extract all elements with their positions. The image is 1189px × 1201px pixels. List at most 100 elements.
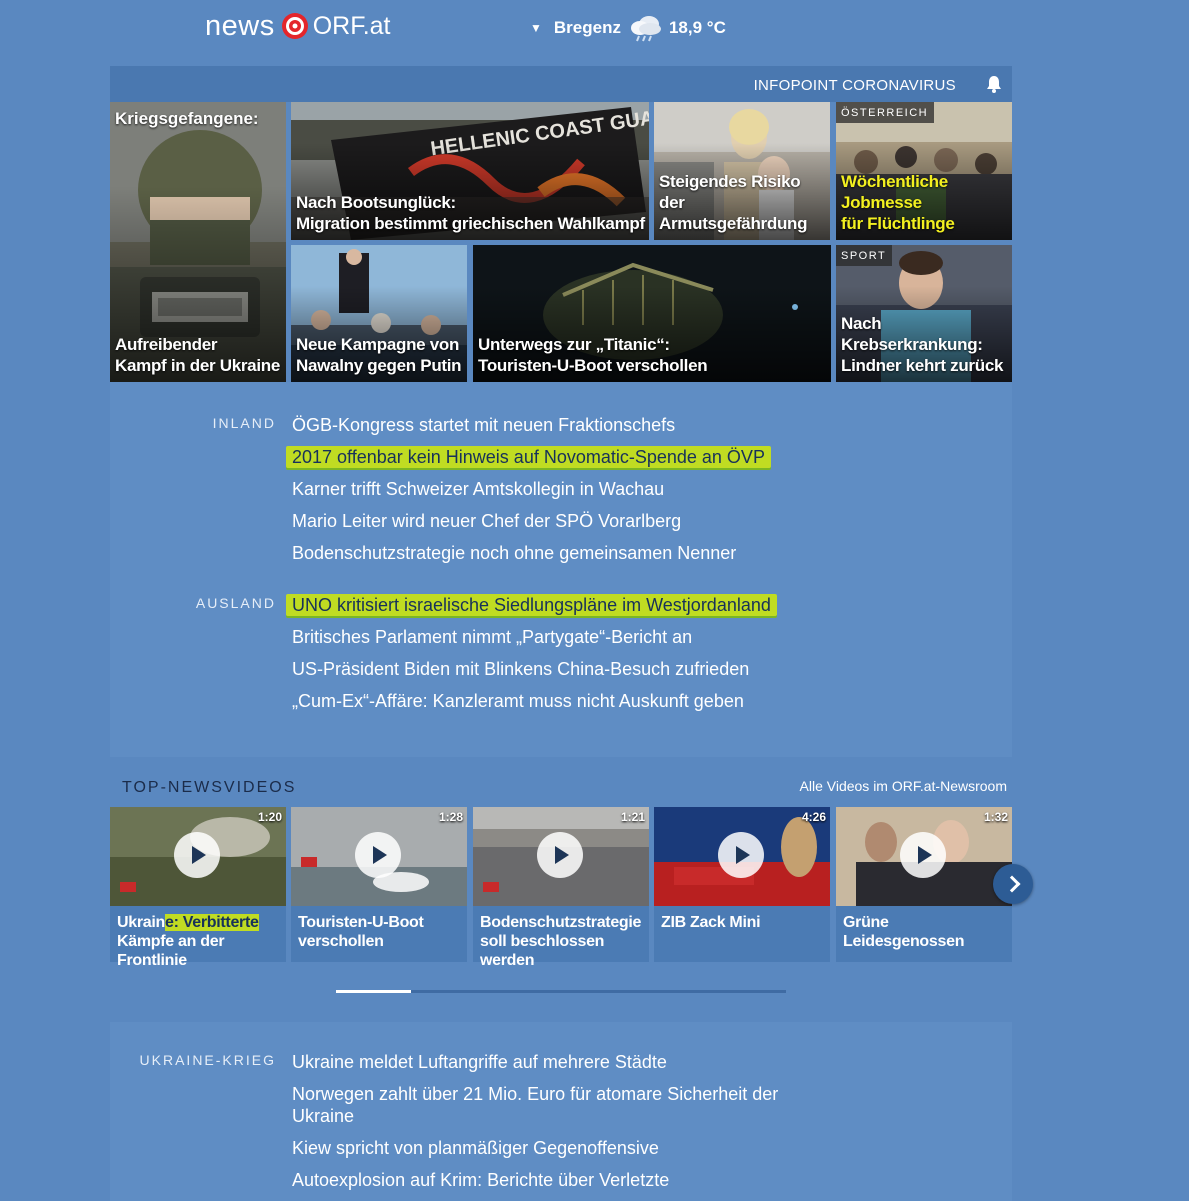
video-caption: Bodenschutzstrategie soll beschlossen we… [480,913,645,970]
top-newsvideos-heading: TOP-NEWSVIDEOS [122,779,297,796]
video-caption: ZIB Zack Mini [661,913,826,932]
video-card-ukraine[interactable]: 1:20 Ukraine: Verbitterte Kämpfe an der … [110,807,286,969]
chevron-down-icon: ▼ [530,21,542,35]
tile-caption-line-2: Touristen-U-Boot verschollen [478,356,708,375]
tile-caption: Unterwegs zur „Titanic“: Touristen-U-Boo… [478,334,827,376]
category-label-inland[interactable]: INLAND [213,415,276,431]
tile-caption: Nach Krebserkrankung: Lindner kehrt zurü… [841,313,1008,376]
video-card-bodenschutz[interactable]: 1:21 Bodenschutzstrategie soll beschloss… [473,807,649,969]
ukraine-news-list: Ukraine meldet Luftangriffe auf mehrere … [292,1046,792,1196]
news-item[interactable]: US-Präsident Biden mit Blinkens China-Be… [292,653,792,685]
category-kicker: SPORT [836,245,893,266]
category-label-ukraine[interactable]: UKRAINE-KRIEG [140,1052,276,1068]
tile-caption-line-1: Unterwegs zur „Titanic“: [478,335,670,354]
logo-orf-text: ORF.at [312,11,391,40]
news-item[interactable]: Autoexplosion auf Krim: Berichte über Ve… [292,1164,792,1196]
top-bar: INFOPOINT CORONAVIRUS [110,66,1012,102]
video-caption-text: Kämpfe an der Frontlinie [117,933,225,969]
ausland-news-list: UNO kritisiert israelische Siedlungsplän… [286,589,792,717]
video-card-u-boot[interactable]: 1:28 Touristen-U-Boot verschollen [291,807,467,962]
news-item[interactable]: Mario Leiter wird neuer Chef der SPÖ Vor… [292,505,792,537]
video-caption-text: Grüne Leidesgenossen [843,914,965,950]
play-icon[interactable] [537,832,583,878]
carousel-next-button[interactable] [993,864,1033,904]
news-item[interactable]: Karner trifft Schweizer Amtskollegin in … [292,473,792,505]
video-caption-text: Touristen-U-Boot [298,914,424,931]
news-item-highlighted[interactable]: 2017 offenbar kein Hinweis auf Novomatic… [286,441,792,473]
video-duration: 1:32 [983,810,1008,824]
video-caption: Ukraine: Verbitterte Kämpfe an der Front… [117,913,282,970]
story-tile-kriegsgefangene[interactable]: Kriegsgefangene: Aufreibender Kampf in d… [110,102,286,382]
video-carousel: 1:20 Ukraine: Verbitterte Kämpfe an der … [110,807,1012,969]
weather-location: Bregenz [553,18,621,37]
news-item[interactable]: Kiew spricht von planmäßiger Gegenoffens… [292,1132,792,1164]
tile-caption: Wöchentliche Jobmesse für Flüchtlinge [841,171,1008,234]
video-card-gruene[interactable]: 1:32 Grüne Leidesgenossen [836,807,1012,962]
tile-caption: Nach Bootsunglück: Migration bestimmt gr… [296,192,645,234]
video-caption: Grüne Leidesgenossen [843,913,1008,951]
play-icon[interactable] [355,832,401,878]
orf-eye-icon [281,13,308,39]
story-tile-bootsunglueck[interactable]: HELLENIC COAST GUARD-FRONTEX Nach Bootsu… [291,102,649,240]
video-caption: Touristen-U-Boot verschollen [298,913,463,951]
play-icon[interactable] [718,832,764,878]
news-item[interactable]: „Cum-Ex“-Affäre: Kanzleramt muss nicht A… [292,685,792,717]
tile-caption: Aufreibender Kampf in der Ukraine [115,334,282,376]
tile-caption-line-1: Nach Bootsunglück: [296,193,456,212]
tile-caption-line-2: Kampf in der Ukraine [115,356,280,375]
weather-temperature: 18,9 °C [668,18,726,37]
news-item[interactable]: ÖGB-Kongress startet mit neuen Fraktions… [292,409,792,441]
tile-caption-line-2: Nawalny gegen Putin [296,356,462,375]
video-caption-text: Ukrain [117,914,165,931]
carousel-scroll-thumb[interactable] [336,990,411,993]
rain-cloud-icon [630,16,661,42]
video-caption-text: ZIB Zack Mini [661,914,761,931]
play-icon[interactable] [900,832,946,878]
tile-caption: Neue Kampagne von Nawalny gegen Putin [296,334,463,376]
tile-caption-line-1: Wöchentliche Jobmesse [841,172,948,212]
bell-icon[interactable] [986,75,1002,93]
category-label-ausland[interactable]: AUSLAND [196,595,276,611]
story-tile-armutsgefaehrdung[interactable]: Steigendes Risiko der Armutsgefährdung [654,102,830,240]
infopoint-corona-link[interactable]: INFOPOINT CORONAVIRUS [754,77,956,94]
video-card-zib-zack[interactable]: 4:26 ZIB Zack Mini [654,807,830,962]
site-header: news ORF.at ▼ Bregenz 18,9 °C [0,0,1189,60]
story-tile-lindner[interactable]: SPORT Nach Krebserkrankung: Lindner kehr… [836,245,1012,382]
tile-top-caption: Kriegsgefangene: [115,109,259,128]
weather-widget[interactable]: ▼ Bregenz 18,9 °C [530,13,726,43]
category-kicker: ÖSTERREICH [836,102,935,123]
tile-caption-line-1: Neue Kampagne von [296,335,460,354]
tile-caption-line-2: der Armutsgefährdung [659,193,808,233]
highlighted-text: e: Verbitterte [165,914,259,931]
highlighted-text: 2017 offenbar kein Hinweis auf Novomatic… [286,446,771,468]
video-caption-text: verschollen [298,933,384,950]
top-stories-grid: Kriegsgefangene: Aufreibender Kampf in d… [110,102,1012,382]
tile-caption-line-2: Lindner kehrt zurück [841,356,1004,375]
tile-caption-line-1: Nach Krebserkrankung: [841,314,983,354]
tile-caption-line-2: Migration bestimmt griechischen Wahlkamp… [296,214,645,233]
video-duration: 1:20 [257,810,282,824]
video-caption-text: Bodenschutzstrategie [480,914,642,931]
all-videos-link[interactable]: Alle Videos im ORF.at-Newsroom [800,778,1007,794]
highlighted-text: UNO kritisiert israelische Siedlungsplän… [286,594,777,616]
news-item[interactable]: Bodenschutzstrategie noch ohne gemeinsam… [292,537,792,569]
news-item-highlighted[interactable]: UNO kritisiert israelische Siedlungsplän… [286,589,792,621]
story-tile-jobmesse[interactable]: ÖSTERREICH Wöchentliche Jobmesse für Flü… [836,102,1012,240]
tile-caption: Steigendes Risiko der Armutsgefährdung [659,171,826,234]
tile-caption-line-1: Aufreibender [115,335,218,354]
inland-news-list: ÖGB-Kongress startet mit neuen Fraktions… [286,409,792,569]
video-duration: 1:28 [438,810,463,824]
news-item[interactable]: Ukraine meldet Luftangriffe auf mehrere … [292,1046,792,1078]
story-tile-titanic[interactable]: Unterwegs zur „Titanic“: Touristen-U-Boo… [473,245,831,382]
story-tile-nawalny[interactable]: Neue Kampagne von Nawalny gegen Putin [291,245,467,382]
tile-caption-line-2: für Flüchtlinge [841,214,955,233]
play-icon[interactable] [174,832,220,878]
news-item[interactable]: Norwegen zahlt über 21 Mio. Euro für ato… [292,1078,792,1132]
tile-caption-line-1: Steigendes Risiko [659,172,801,191]
news-item[interactable]: Britisches Parlament nimmt „Partygate“-B… [292,621,792,653]
video-duration: 4:26 [801,810,826,824]
orf-news-logo[interactable]: news ORF.at [205,8,391,44]
video-caption-text: soll beschlossen werden [480,933,605,969]
logo-news-text: news [205,9,275,42]
video-duration: 1:21 [620,810,645,824]
